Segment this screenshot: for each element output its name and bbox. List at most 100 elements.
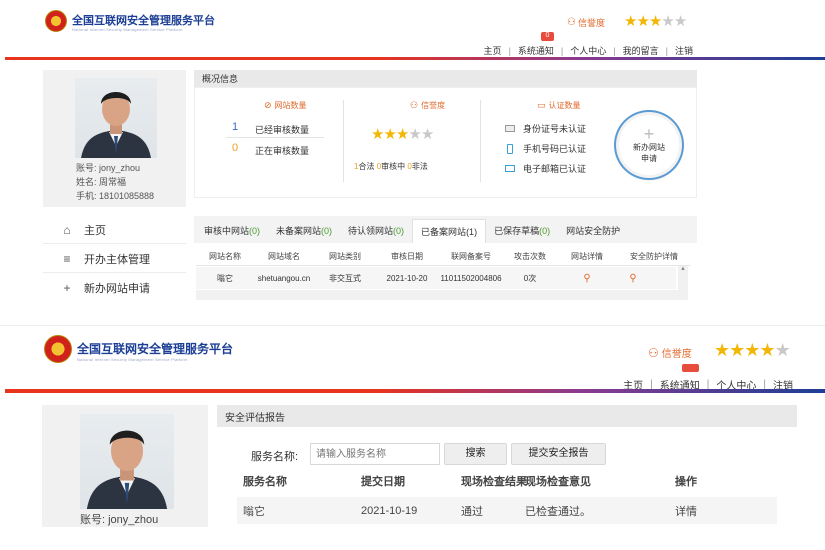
header-divider-bottom [5,389,825,393]
reviewed-count: 1 [232,121,239,133]
nav-separator: | [613,45,616,56]
nav-item[interactable]: 注销 [675,44,693,57]
tab-site-list[interactable]: 网站安全防护 [558,219,628,243]
nav-separator: | [665,45,668,56]
nav-item[interactable]: 主页 [484,44,502,57]
star-icon: ★ [774,340,791,360]
avatar-bottom [80,414,174,509]
column-header: 网站名称 [209,252,241,261]
sidenav-new-site[interactable]: + 新办网站申请 [60,280,150,296]
security-detail-search-icon[interactable]: ⚲ [618,273,648,284]
table-cell: 已检查通过。 [525,505,591,518]
tab-site-list[interactable]: 已备案网站(1) [412,219,487,243]
star-icon: ★ [661,13,674,30]
table-cell: shetuangou.cn [257,273,311,283]
auth-email: 电子邮箱已认证 [505,162,586,175]
plus-icon: + [643,124,655,144]
user-credit-icon: ⚇ [648,345,659,360]
table-cell: 嗡它 [243,505,265,518]
column-header: 现场检查结果 [461,476,527,488]
reviewing-count: 0 [232,142,239,154]
site-detail-search-icon[interactable]: ⚲ [556,273,618,284]
nav-separator: | [560,45,564,56]
column-header: 审核日期 [391,252,423,261]
column-header: 攻击次数 [514,252,546,261]
screenshot-separator [0,325,825,326]
column-header: 网站域名 [268,252,300,261]
user-credit-icon: ⚇ [567,17,576,28]
star-icon: ★ [714,340,730,360]
tab-site-list[interactable]: 审核中网站(0) [196,219,268,243]
column-header: 服务名称 [243,476,287,488]
table-cell: 嗡它 [217,273,233,283]
id-card-icon [505,125,515,132]
star-icon: ★ [383,126,396,143]
site-count-icon: ⊘ [264,100,272,110]
credit-stars-bottom: ★★★★★ [714,340,791,361]
site-subtitle: National Internet Security Management Se… [72,27,183,32]
report-table-header: 服务名称 提交日期 现场检查结果 现场检查意见 操作 [237,470,777,492]
search-button[interactable]: 搜索 [444,443,507,465]
auth-id: 身份证号未认证 [505,122,586,135]
nav-item[interactable]: 系统通知 [518,44,554,57]
star-icon: ★ [408,126,421,143]
nav-item[interactable]: 个人中心 [570,44,606,57]
sidenav-entity-management[interactable]: ≡ 开办主体管理 [60,251,150,267]
credit-head-icon: ⚇ [410,100,419,110]
sidenav-home[interactable]: ⌂ 主页 [60,222,106,238]
credit-summary: 1合法 0审核中 0非法 [354,162,428,171]
profile-account-bottom: 账号: jony_zhou [80,514,159,526]
overview-divider-2 [480,100,481,182]
table-cell: 2021-10-19 [361,504,418,517]
star-icon: ★ [744,340,760,360]
star-icon: ★ [759,340,775,360]
submit-report-button[interactable]: 提交安全报告 [511,443,606,465]
avatar [75,78,157,158]
header-divider [5,57,825,60]
nav-item[interactable]: 我的留言 [623,44,659,57]
credit-stars-overview: ★★★★★ [371,125,434,143]
table-cell[interactable]: 详情 [669,503,777,519]
table-scrollbar[interactable]: ▲ [678,266,688,300]
table-row[interactable]: 嗡它 shetuangou.cn 非交互式 2021-10-20 11011502004… [196,267,676,289]
avatar-photo [81,92,151,158]
star-icon: ★ [673,13,687,30]
plus-icon: + [63,281,71,295]
star-icon: ★ [636,13,649,30]
sidenav-divider [43,243,186,244]
site-count-head: ⊘ 网站数量 [264,100,307,110]
notice-badge-bottom [682,364,699,372]
table-cell: 通过 [461,505,483,518]
table-cell: 非交互式 [329,273,361,283]
folder-icon: ▭ [537,100,546,110]
table-row[interactable]: 嗡它 2021-10-19 通过 已检查通过。 详情 [237,497,777,524]
credit-stars: ★★★★★ [624,12,687,30]
nav-separator: | [508,45,511,56]
police-emblem-icon [45,10,67,32]
credit-indicator-bottom: ⚇ 信誉度 [648,345,692,361]
auth-head: ▭ 认证数量 [537,100,581,110]
tab-site-list[interactable]: 未备案网站(0) [268,219,340,243]
column-header: 现场检查意见 [525,476,591,488]
scroll-up-arrow-icon[interactable]: ▲ [678,266,688,272]
credit-label: 信誉度 [577,18,605,28]
profile-name: 姓名: 周常福 [76,177,127,187]
list-icon: ≡ [63,252,71,266]
report-title: 安全评估报告 [217,405,797,427]
new-site-apply-button[interactable]: + 新办网站申请 [619,115,679,175]
tab-site-list[interactable]: 已保存草稿(0) [486,219,558,243]
phone-icon [507,143,513,154]
table-hscroll[interactable] [196,290,678,300]
count-divider [226,137,324,138]
credit-head: ⚇ 信誉度 [410,100,446,110]
sidenav-divider [43,272,186,273]
tab-site-list[interactable]: 待认领网站(0) [340,219,412,243]
star-icon: ★ [395,126,409,143]
table-cell: 2021-10-20 [386,273,428,283]
profile-phone: 手机: 18101085888 [76,191,155,201]
service-name-label: 服务名称: [251,451,299,463]
column-header: 提交日期 [361,476,405,488]
reviewing-label: 正在审核数量 [255,146,310,156]
avatar-photo [86,430,168,509]
service-name-input[interactable] [310,443,440,465]
